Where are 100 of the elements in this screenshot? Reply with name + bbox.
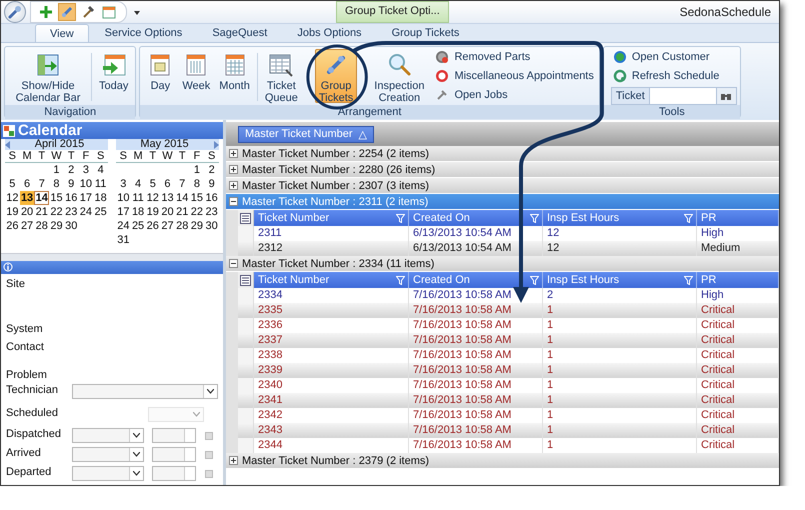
calendar-day[interactable]: 15 <box>49 191 64 205</box>
ribbon-button[interactable]: Month <box>215 49 254 103</box>
calendar-day[interactable]: 24 <box>116 219 131 233</box>
weekday-label: T <box>64 150 79 163</box>
calendar-day[interactable]: 28 <box>174 219 190 233</box>
calendar-day[interactable]: 11 <box>130 191 146 205</box>
calendar-day[interactable]: 12 <box>5 191 20 205</box>
column-header[interactable]: PR <box>697 210 779 226</box>
calendar-day[interactable]: 23 <box>64 205 79 219</box>
group-row[interactable]: Master Ticket Number : 2307 (3 items) <box>226 178 779 194</box>
calendar-day[interactable]: 19 <box>145 205 160 219</box>
calendar-day[interactable]: 28 <box>34 219 50 233</box>
column-header[interactable]: PR <box>697 272 779 288</box>
calendar-day[interactable]: 30 <box>204 219 219 233</box>
ribbon-tab[interactable]: SageQuest <box>198 24 282 42</box>
ribbon-small-button[interactable]: Open Jobs <box>433 87 596 103</box>
calendar-day[interactable]: 9 <box>64 177 79 191</box>
calendar-day[interactable]: 10 <box>78 177 94 191</box>
column-header[interactable]: Created On <box>409 210 543 226</box>
ribbon-button[interactable]: Show/Hide Calendar Bar <box>8 49 88 103</box>
column-header[interactable]: Ticket Number <box>254 210 409 226</box>
ticket-search-field[interactable]: Ticket <box>610 87 737 105</box>
calendar-day[interactable]: 3 <box>78 163 94 177</box>
calendar-day[interactable]: 25 <box>93 205 108 219</box>
calendar-day[interactable]: 27 <box>20 219 34 233</box>
calendar-day[interactable]: 23 <box>204 205 219 219</box>
calendar-day[interactable]: 6 <box>20 177 34 191</box>
calendar-day[interactable]: 1 <box>190 163 204 177</box>
calendar-day[interactable]: 25 <box>130 219 146 233</box>
calendar-day[interactable]: 29 <box>190 219 204 233</box>
calendar-day[interactable]: 7 <box>174 177 190 191</box>
calendar-day[interactable]: 15 <box>190 191 204 205</box>
calendar-day[interactable]: 13 <box>160 191 175 205</box>
ribbon-small-button[interactable]: Removed Parts <box>433 49 596 65</box>
group-row[interactable]: Master Ticket Number : 2379 (2 items) <box>226 453 779 469</box>
group-row[interactable]: Master Ticket Number : 2280 (26 items) <box>226 162 779 178</box>
weekday-label: S <box>5 150 20 163</box>
calendar-day[interactable]: 3 <box>116 177 131 191</box>
calendar-day[interactable]: 8 <box>49 177 64 191</box>
ribbon-tab[interactable]: Group Tickets <box>378 24 474 42</box>
calendar-day[interactable]: 26 <box>145 219 160 233</box>
group-row[interactable]: Master Ticket Number : 2334 (11 items) <box>226 256 779 272</box>
ribbon-tab[interactable]: Jobs Options <box>283 24 376 42</box>
calendar-day[interactable]: 22 <box>49 205 64 219</box>
calendar-day[interactable]: 20 <box>160 205 175 219</box>
calendar-day[interactable]: 17 <box>78 191 94 205</box>
calendar-day[interactable]: 14 <box>174 191 190 205</box>
calendar-day[interactable]: 19 <box>5 205 20 219</box>
ribbon-button[interactable]: Today <box>95 49 132 103</box>
calendar-day[interactable]: 30 <box>64 219 79 233</box>
ribbon-tab[interactable]: Service Options <box>90 24 196 42</box>
calendar-day[interactable]: 7 <box>34 177 50 191</box>
calendar-day[interactable]: 4 <box>93 163 108 177</box>
calendar-day[interactable]: 4 <box>130 177 146 191</box>
calendar-day[interactable]: 5 <box>145 177 160 191</box>
calendar-day[interactable]: 17 <box>116 205 131 219</box>
calendar-day[interactable]: 10 <box>116 191 131 205</box>
field-label: Dispatched <box>6 428 62 440</box>
column-header[interactable]: Insp Est Hours <box>543 272 697 288</box>
field-label: System <box>6 323 44 335</box>
table-cell: Medium <box>697 241 779 256</box>
ribbon-small-button[interactable]: Open Customer <box>610 49 737 65</box>
ribbon-button[interactable]: Ticket Queue <box>260 49 302 103</box>
calendar-day[interactable]: 11 <box>93 177 108 191</box>
calendar-day[interactable]: 21 <box>34 205 50 219</box>
ribbon-button[interactable]: Day <box>143 49 178 103</box>
calendar-day[interactable]: 14 <box>34 191 50 205</box>
calendar-day[interactable]: 5 <box>5 177 20 191</box>
ribbon-small-button[interactable]: Refresh Schedule <box>610 68 737 84</box>
column-header[interactable]: Created On <box>409 272 543 288</box>
ribbon-tab[interactable]: View <box>35 24 89 42</box>
calendar-day[interactable]: 9 <box>204 177 219 191</box>
group-row[interactable]: Master Ticket Number : 2254 (2 items) <box>226 146 779 162</box>
calendar-day[interactable]: 1 <box>49 163 64 177</box>
calendar-day[interactable]: 29 <box>49 219 64 233</box>
calendar-day[interactable]: 2 <box>64 163 79 177</box>
column-header[interactable]: Insp Est Hours <box>543 210 697 226</box>
calendar-day[interactable]: 18 <box>93 191 108 205</box>
calendar-day[interactable]: 13 <box>20 191 34 205</box>
ribbon-button[interactable]: Group Tickets <box>314 49 358 103</box>
ribbon-button[interactable]: Week <box>178 49 214 103</box>
calendar-day[interactable]: 24 <box>78 205 94 219</box>
ribbon-button[interactable]: Inspection Creation <box>370 49 428 103</box>
table-cell: 6/13/2013 10:54 AM <box>409 241 543 256</box>
column-header[interactable]: Ticket Number <box>254 272 409 288</box>
calendar-day[interactable]: 27 <box>160 219 175 233</box>
calendar-day[interactable]: 2 <box>204 163 219 177</box>
calendar-day[interactable]: 22 <box>190 205 204 219</box>
calendar-day[interactable]: 12 <box>145 191 160 205</box>
calendar-day[interactable]: 6 <box>160 177 175 191</box>
group-by-chip[interactable]: Master Ticket Number △ <box>238 126 374 142</box>
calendar-day[interactable]: 8 <box>190 177 204 191</box>
calendar-day[interactable]: 21 <box>174 205 190 219</box>
calendar-day[interactable]: 16 <box>64 191 79 205</box>
calendar-day[interactable]: 18 <box>130 205 146 219</box>
calendar-day[interactable]: 20 <box>20 205 34 219</box>
calendar-day[interactable]: 31 <box>116 233 131 247</box>
ribbon-small-button[interactable]: Miscellaneous Appointments <box>433 68 596 84</box>
calendar-day[interactable]: 26 <box>5 219 20 233</box>
calendar-day[interactable]: 16 <box>204 191 219 205</box>
